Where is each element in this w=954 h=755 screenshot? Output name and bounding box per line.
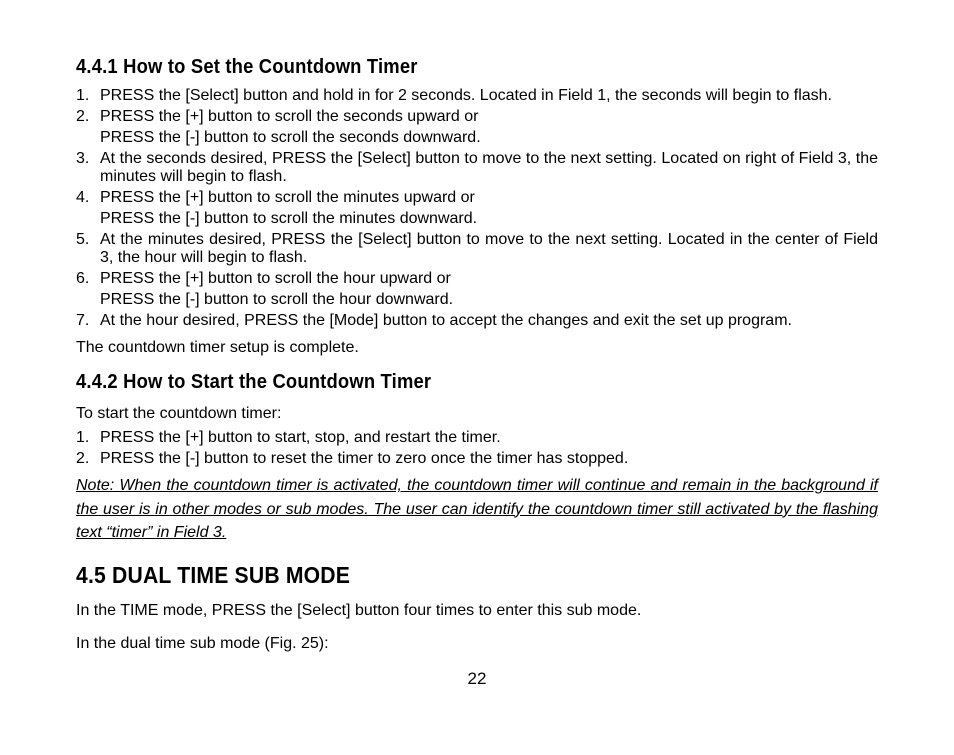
closing-4-4-1: The countdown timer setup is complete. <box>76 336 878 359</box>
step-number: 1. <box>76 429 100 447</box>
list-item: 6.PRESS the [+] button to scroll the hou… <box>76 270 878 288</box>
step-number: 2. <box>76 450 100 468</box>
step-number: 2. <box>76 108 100 126</box>
step-number: 6. <box>76 270 100 288</box>
steps-4-4-2: 1.PRESS the [+] button to start, stop, a… <box>76 429 878 468</box>
step-text: PRESS the [-] button to reset the timer … <box>100 450 878 468</box>
body-4-5-p1: In the TIME mode, PRESS the [Select] but… <box>76 599 878 622</box>
step-number: 7. <box>76 312 100 330</box>
step-text: PRESS the [+] button to scroll the hour … <box>100 270 878 288</box>
list-item: 2.PRESS the [+] button to scroll the sec… <box>76 108 878 126</box>
list-item: 3.At the seconds desired, PRESS the [Sel… <box>76 150 878 186</box>
list-item: 7.At the hour desired, PRESS the [Mode] … <box>76 312 878 330</box>
step-text: PRESS the [+] button to scroll the secon… <box>100 108 878 126</box>
step-number: 4. <box>76 189 100 207</box>
step-text: PRESS the [Select] button and hold in fo… <box>100 87 878 105</box>
step-number: 5. <box>76 231 100 267</box>
step-text: At the seconds desired, PRESS the [Selec… <box>100 150 878 186</box>
step-number: 3. <box>76 150 100 186</box>
page-number: 22 <box>76 669 878 689</box>
step-text-cont: PRESS the [-] button to scroll the minut… <box>100 210 878 228</box>
list-item: 2.PRESS the [-] button to reset the time… <box>76 450 878 468</box>
step-text-cont: PRESS the [-] button to scroll the hour … <box>100 291 878 309</box>
step-text: PRESS the [+] button to start, stop, and… <box>100 429 878 447</box>
step-text-cont: PRESS the [-] button to scroll the secon… <box>100 129 878 147</box>
list-item: 4.PRESS the [+] button to scroll the min… <box>76 189 878 207</box>
intro-4-4-2: To start the countdown timer: <box>76 402 878 425</box>
heading-4-4-2: 4.4.2 How to Start the Countdown Timer <box>76 371 814 394</box>
step-text: At the hour desired, PRESS the [Mode] bu… <box>100 312 878 330</box>
list-item: 1.PRESS the [+] button to start, stop, a… <box>76 429 878 447</box>
list-item: 1.PRESS the [Select] button and hold in … <box>76 87 878 105</box>
step-text: At the minutes desired, PRESS the [Selec… <box>100 231 878 267</box>
note-4-4-2: Note: When the countdown timer is activa… <box>76 474 878 544</box>
steps-4-4-1: 1.PRESS the [Select] button and hold in … <box>76 87 878 330</box>
list-item: 5.At the minutes desired, PRESS the [Sel… <box>76 231 878 267</box>
document-page: 4.4.1 How to Set the Countdown Timer 1.P… <box>0 0 954 755</box>
body-4-5-p2: In the dual time sub mode (Fig. 25): <box>76 632 878 655</box>
heading-4-4-1: 4.4.1 How to Set the Countdown Timer <box>76 56 814 79</box>
step-text: PRESS the [+] button to scroll the minut… <box>100 189 878 207</box>
step-number: 1. <box>76 87 100 105</box>
heading-4-5: 4.5 DUAL TIME SUB MODE <box>76 562 814 589</box>
